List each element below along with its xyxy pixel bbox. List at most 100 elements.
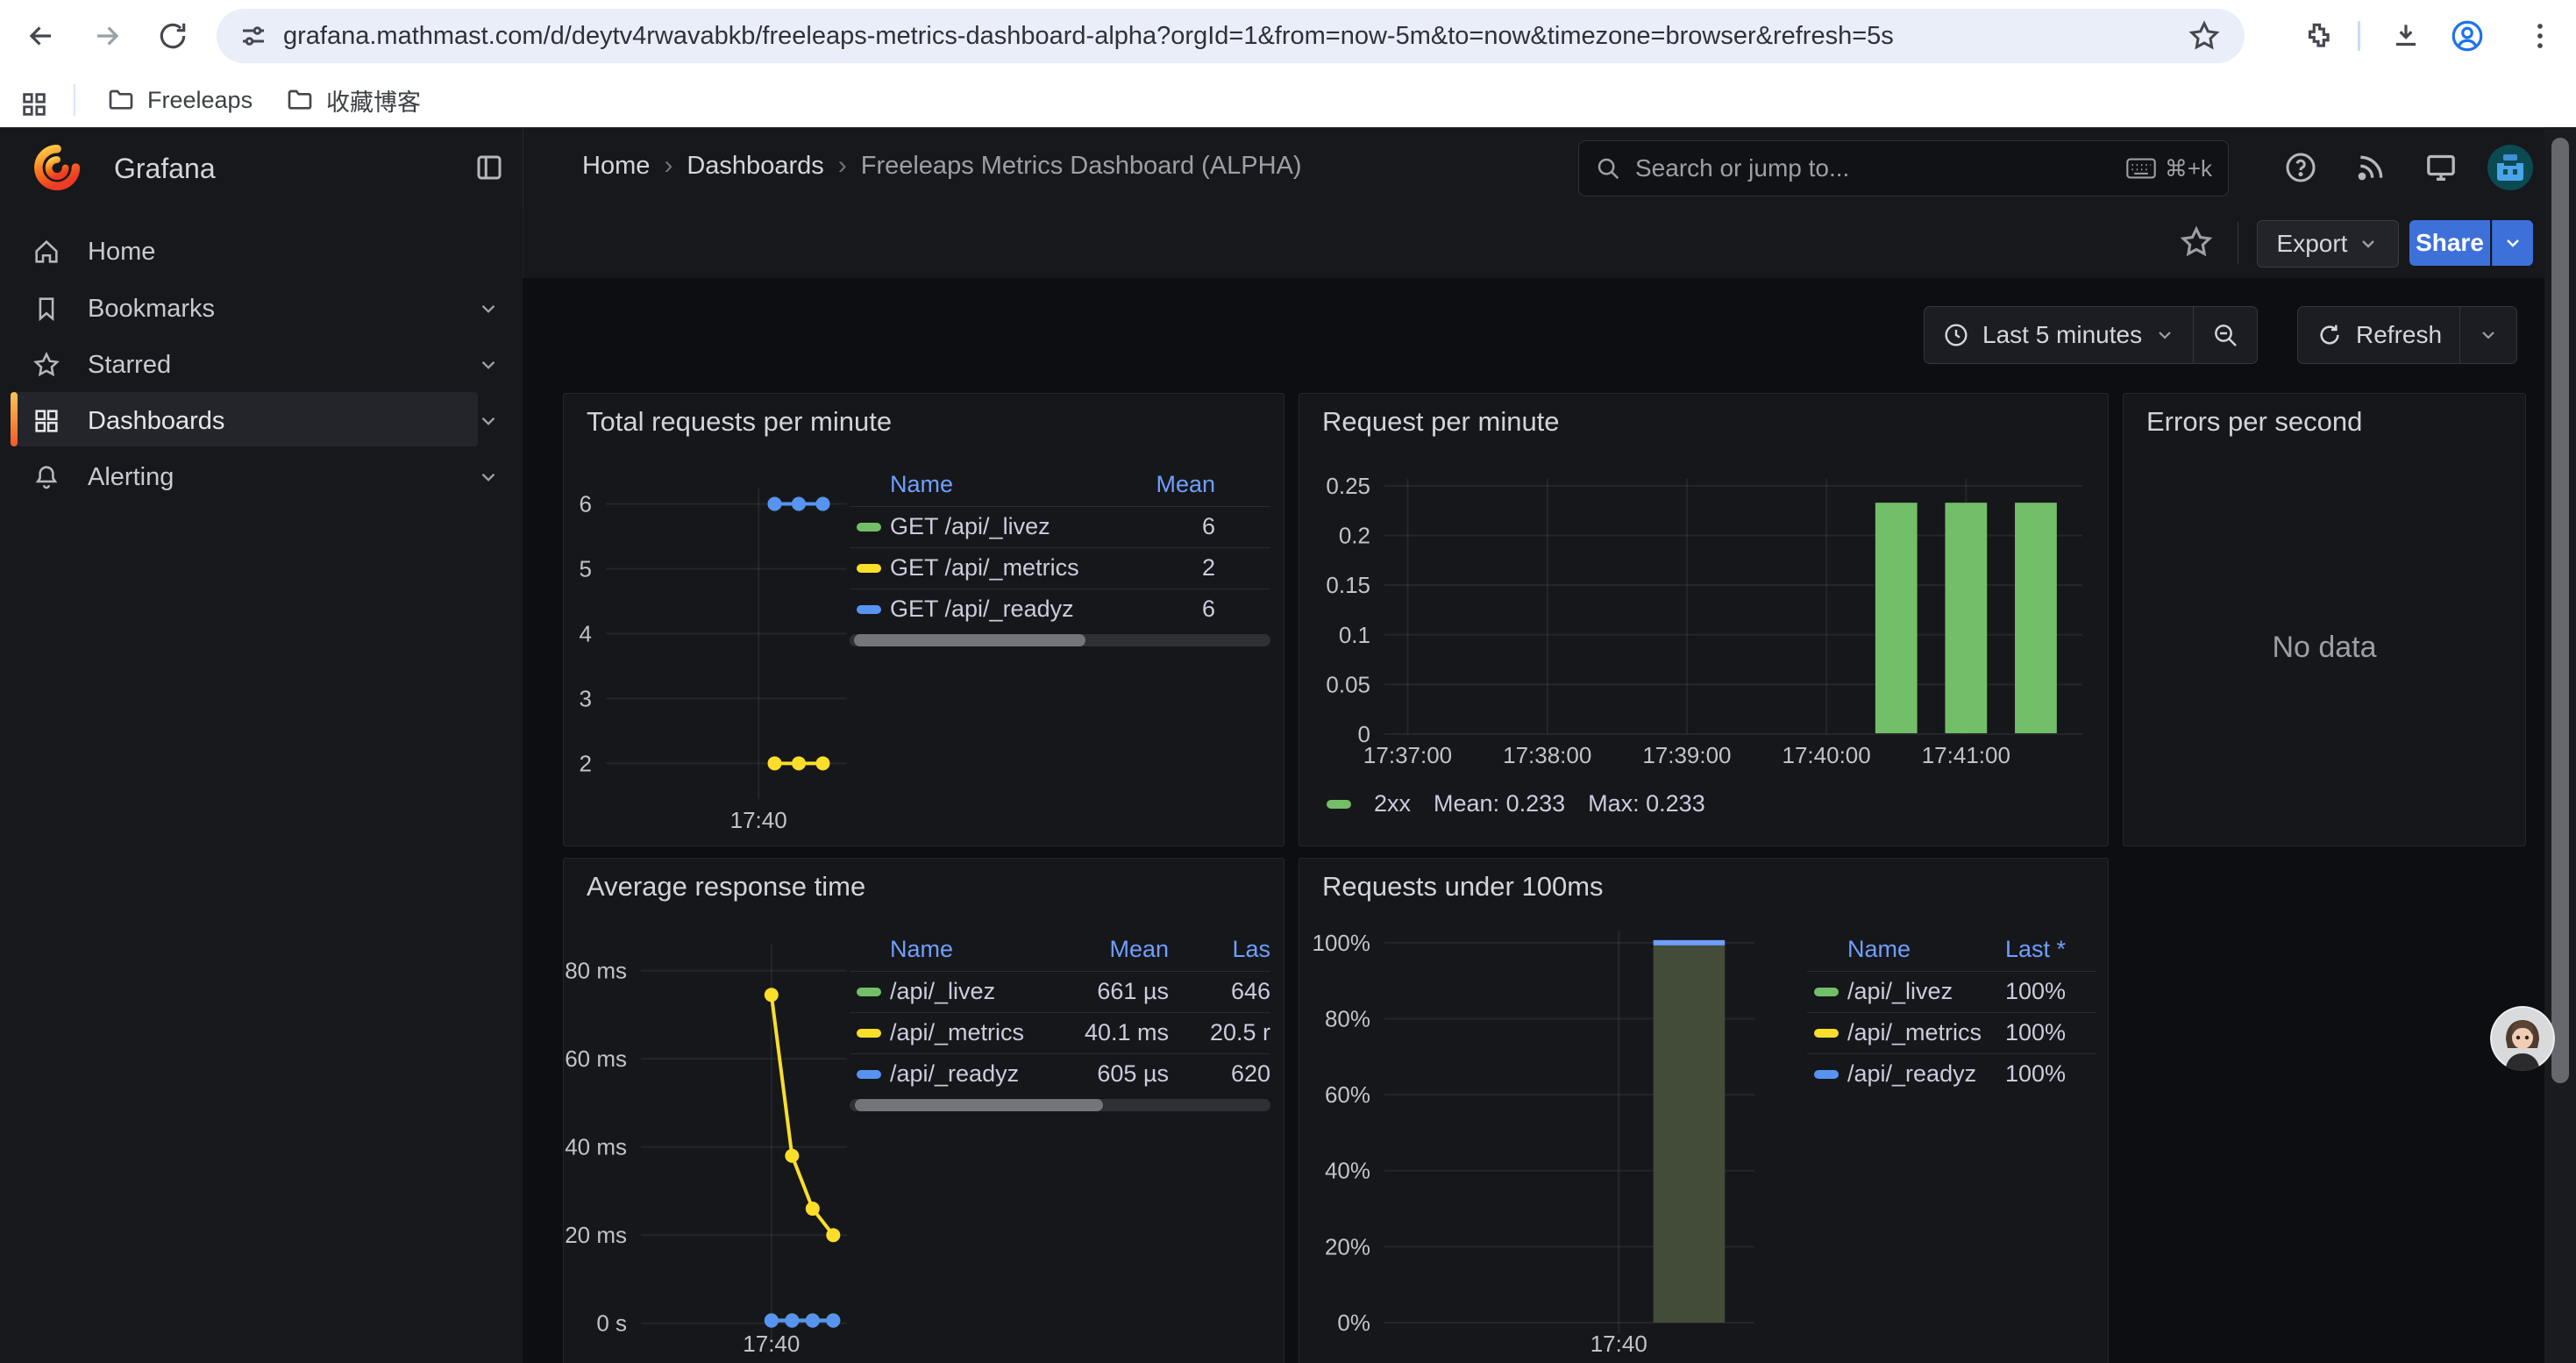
chevron-down-icon[interactable] (477, 353, 500, 376)
time-range-picker[interactable]: Last 5 minutes (1925, 307, 2193, 363)
apps-grid-icon[interactable] (19, 89, 49, 119)
chrome-divider (2358, 21, 2360, 51)
share-button[interactable]: Share (2409, 220, 2490, 266)
help-icon[interactable] (2283, 150, 2318, 185)
sidebar-item-alerting[interactable]: Alerting (0, 453, 523, 502)
news-rss-icon[interactable] (2353, 150, 2388, 185)
svg-text:6: 6 (580, 490, 592, 517)
bookmarks-divider (74, 84, 75, 116)
extensions-icon[interactable] (2302, 19, 2335, 53)
legend-value: 40.1 ms (1085, 1019, 1169, 1046)
legend-column-header: Name (1847, 936, 1911, 963)
sidebar-item-dashboards[interactable]: Dashboards (0, 396, 523, 446)
svg-text:40 ms: 40 ms (565, 1134, 627, 1160)
svg-text:17:37:00: 17:37:00 (1363, 742, 1452, 768)
site-info-icon[interactable] (238, 20, 269, 52)
legend-series-name[interactable]: GET /api/_metrics (890, 554, 1079, 582)
sidebar-item-starred[interactable]: Starred (0, 340, 523, 389)
legend-scrollbar[interactable] (850, 634, 1270, 646)
zoom-out-icon (2211, 321, 2239, 349)
monitor-icon[interactable] (2423, 150, 2459, 185)
panel-request-per-minute: Request per minute 0.250.20.150.10.05017… (1299, 393, 2109, 846)
refresh-button[interactable]: Refresh (2298, 307, 2459, 363)
breadcrumb: Home › Dashboards › Freeleaps Metrics Da… (582, 151, 1302, 181)
page-scrollbar[interactable] (2544, 127, 2576, 1363)
legend-value: 6 (1202, 513, 1215, 540)
svg-text:17:40:00: 17:40:00 (1783, 742, 1871, 768)
chrome-menu-icon[interactable] (2523, 19, 2557, 53)
profile-icon[interactable] (2449, 18, 2486, 54)
series-color-pill (857, 1029, 881, 1038)
chevron-down-icon[interactable] (477, 297, 500, 320)
svg-text:4: 4 (580, 620, 592, 646)
sidebar-item-home[interactable]: Home (0, 227, 523, 276)
svg-text:17:38:00: 17:38:00 (1503, 742, 1591, 768)
chevron-down-icon (2502, 232, 2523, 253)
svg-text:60%: 60% (1325, 1081, 1370, 1108)
export-button[interactable]: Export (2257, 220, 2399, 268)
legend-scrollbar-thumb[interactable] (854, 634, 1085, 646)
legend-2xx[interactable]: 2xx Mean: 0.233 Max: 0.233 (1327, 790, 1705, 817)
svg-text:17:39:00: 17:39:00 (1642, 742, 1731, 768)
grafana-app: Grafana Home › Dashboards › Freeleaps Me… (0, 127, 2576, 1363)
legend-series-name[interactable]: GET /api/_livez (890, 513, 1050, 540)
breadcrumb-dashboards[interactable]: Dashboards (687, 152, 823, 181)
svg-text:0.2: 0.2 (1339, 523, 1370, 549)
search-shortcut: ⌘+k (2126, 155, 2212, 182)
dashboard-actions-row: Export Share (523, 208, 2576, 279)
panel-average-response-time: Average response time 80 ms60 ms40 ms20 … (563, 858, 1284, 1363)
search-input[interactable] (1633, 153, 2126, 183)
panel-total-requests-per-minute: Total requests per minute 6543217:40 Nam… (563, 393, 1284, 846)
svg-text:20 ms: 20 ms (565, 1222, 627, 1248)
downloads-icon[interactable] (2389, 19, 2423, 53)
legend-series-name[interactable]: /api/_livez (1847, 978, 1953, 1005)
grafana-header: Grafana Home › Dashboards › Freeleaps Me… (0, 127, 2576, 209)
panel-title[interactable]: Errors per second (2146, 406, 2362, 438)
table-divider (850, 547, 1270, 548)
bookmark-item-freeleaps[interactable]: Freeleaps (95, 79, 265, 121)
legend-scrollbar[interactable] (850, 1099, 1270, 1111)
svg-text:17:40: 17:40 (1590, 1331, 1647, 1357)
grafana-logo[interactable] (32, 143, 81, 192)
scrollbar-thumb[interactable] (2551, 138, 2569, 1083)
bookmark-item-blog[interactable]: 收藏博客 (274, 79, 433, 121)
sidebar-item-bookmarks[interactable]: Bookmarks (0, 284, 523, 333)
svg-text:17:41:00: 17:41:00 (1922, 742, 2010, 768)
legend-column-header: Name (890, 936, 953, 963)
dock-sidebar-icon[interactable] (473, 152, 505, 183)
legend-column-header: Name (890, 471, 953, 498)
bookmarks-bar: Freeleaps 收藏博客 (0, 72, 2576, 128)
zoom-out-button[interactable] (2194, 307, 2257, 363)
bookmark-star-icon[interactable] (2187, 18, 2222, 54)
refresh-group: Refresh (2297, 306, 2517, 364)
svg-text:80 ms: 80 ms (565, 958, 627, 984)
url-input[interactable] (283, 22, 2187, 51)
favorite-star-icon[interactable] (2178, 224, 2215, 260)
forward-icon[interactable] (90, 19, 124, 53)
series-color-pill (857, 523, 881, 532)
back-icon[interactable] (25, 19, 58, 53)
legend-value: 100% (2005, 1060, 2066, 1088)
legend-series-name[interactable]: /api/_metrics (1847, 1019, 1982, 1046)
legend-value: 661 µs (1097, 978, 1169, 1005)
url-bar[interactable] (217, 9, 2245, 63)
legend-series-name[interactable]: /api/_readyz (1847, 1060, 1976, 1088)
star-icon (32, 350, 61, 380)
refresh-interval-button[interactable] (2460, 307, 2516, 363)
chevron-down-icon[interactable] (477, 410, 500, 432)
breadcrumb-home[interactable]: Home (582, 152, 650, 181)
legend-series-name[interactable]: /api/_livez (890, 978, 995, 1005)
chevron-down-icon[interactable] (477, 466, 500, 489)
legend-scrollbar-thumb[interactable] (855, 1099, 1103, 1111)
legend-series-name[interactable]: /api/_metrics (890, 1019, 1024, 1046)
reload-icon[interactable] (156, 19, 189, 53)
search-bar[interactable]: ⌘+k (1578, 140, 2229, 196)
legend-series-name: 2xx (1374, 790, 1411, 817)
share-menu-button[interactable] (2492, 220, 2533, 266)
legend-series-name[interactable]: GET /api/_readyz (890, 596, 1074, 623)
legend-series-name[interactable]: /api/_readyz (890, 1060, 1019, 1088)
svg-text:2: 2 (580, 750, 592, 776)
brand-label[interactable]: Grafana (114, 153, 216, 185)
user-avatar[interactable] (2487, 144, 2534, 191)
assistant-avatar[interactable] (2490, 1006, 2555, 1071)
